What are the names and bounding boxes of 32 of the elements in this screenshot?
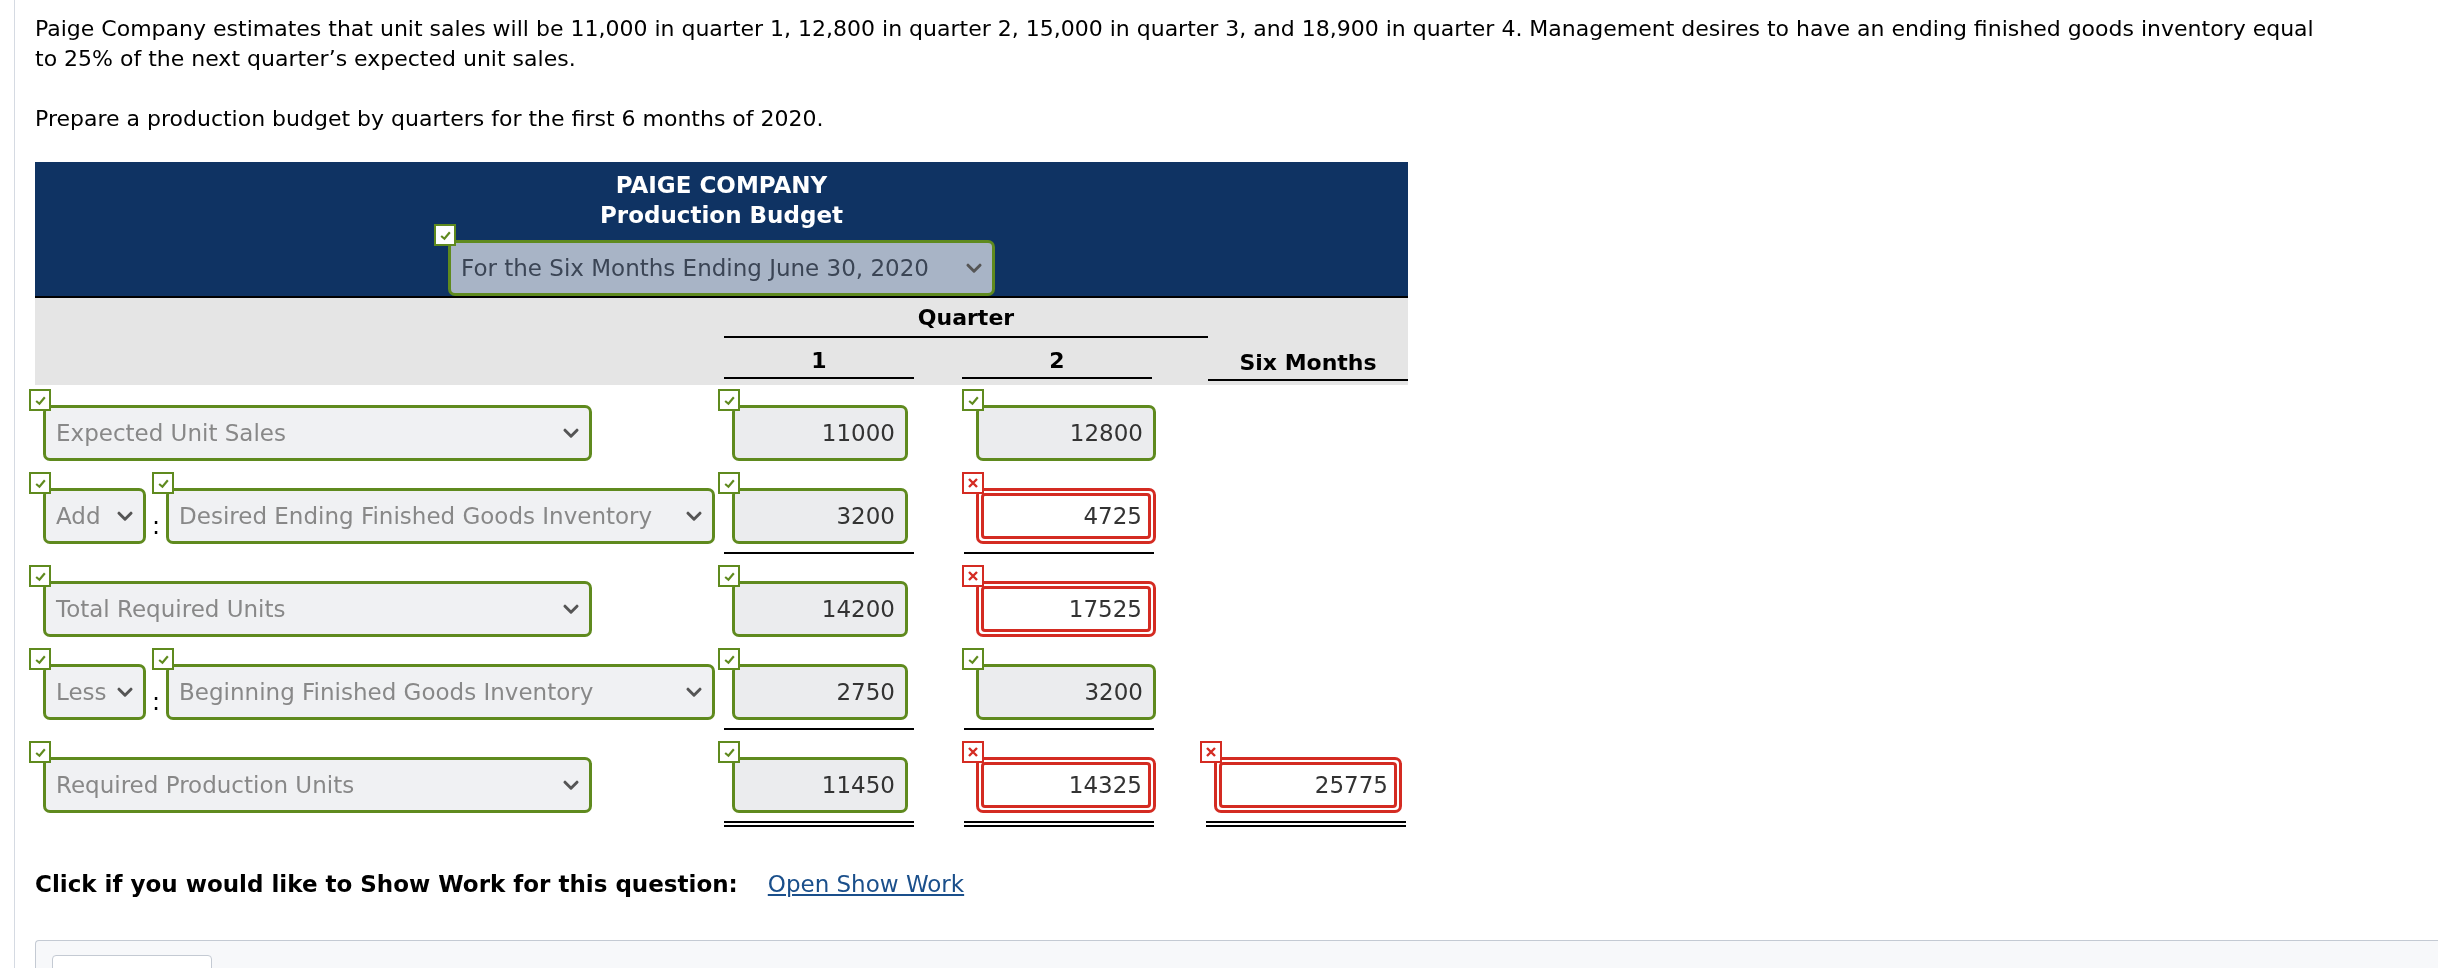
number-field[interactable]: 3200 [976, 664, 1156, 720]
number-field[interactable]: 3200 [732, 488, 908, 544]
colon-text: : [151, 511, 162, 542]
chevron-down-icon [563, 427, 579, 439]
chevron-down-icon [966, 262, 982, 274]
number-field[interactable]: 11000 [732, 405, 908, 461]
number-field[interactable]: 11450 [732, 757, 908, 813]
show-work-prompt: Click if you would like to Show Work for this question: [35, 870, 738, 899]
colon-text: : [151, 687, 162, 718]
chevron-down-icon [686, 686, 703, 698]
chevron-down-icon [686, 510, 703, 522]
chevron-down-icon [117, 686, 133, 698]
chevron-down-icon [563, 779, 579, 791]
chevron-down-icon [563, 603, 579, 615]
budget-title: Production Budget [600, 201, 843, 230]
column-header: 2 [962, 346, 1152, 379]
number-field[interactable]: 14200 [732, 581, 908, 637]
column-header: 1 [724, 346, 914, 379]
number-field[interactable]: 25775 [1214, 757, 1402, 813]
question-text: Paige Company estimates that unit sales will be 11,000 in quarter 1, 12,800 in quarter 2, 15,000 in quarter 3, and 18,900 in quarter 4. Management desires to have an ending finished goods inventory equal to 25% of the next quarter’s expected unit sales. [35, 15, 2315, 73]
number-field[interactable]: 14325 [976, 757, 1156, 813]
column-header: Six Months [1208, 346, 1408, 381]
column-group-header: Quarter [724, 298, 1208, 338]
period-select[interactable]: For the Six Months Ending June 30, 2020 [448, 240, 995, 296]
number-field[interactable]: 2750 [732, 664, 908, 720]
number-field[interactable]: 4725 [976, 488, 1156, 544]
show-work-link[interactable]: Open Show Work [767, 867, 965, 902]
chevron-down-icon [117, 510, 133, 522]
company-name: PAIGE COMPANY [615, 171, 828, 200]
question-text: Prepare a production budget by quarters for the first 6 months of 2020. [35, 105, 825, 133]
number-field[interactable]: 12800 [976, 405, 1156, 461]
number-field[interactable]: 17525 [976, 581, 1156, 637]
